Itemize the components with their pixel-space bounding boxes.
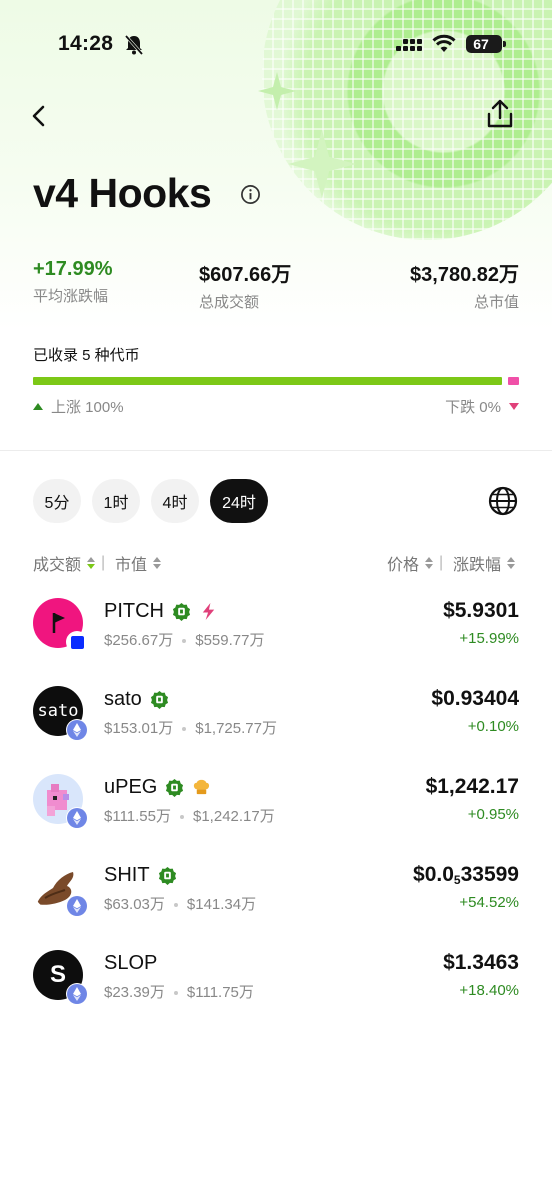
token-volume: $111.55万 <box>104 808 171 825</box>
down-triangle-icon <box>509 403 519 410</box>
verified-badge-icon <box>150 690 168 709</box>
battery-indicator: 67 <box>466 35 506 53</box>
up-percent-label: 上涨 100% <box>51 399 124 416</box>
sort-by-price[interactable]: 价格 | <box>387 551 443 575</box>
token-volume: $256.67万 <box>104 632 174 649</box>
token-name: uPEG <box>104 776 158 798</box>
coins-count-label: 已收录 5 种代币 <box>33 347 140 364</box>
total-volume-label: 总成交额 <box>199 294 260 311</box>
token-name: SHIT <box>104 864 150 886</box>
token-price: $1,242.17 <box>425 775 519 798</box>
avg-change-label: 平均涨跌幅 <box>33 288 109 305</box>
token-market-cap: $1,242.17万 <box>193 808 275 825</box>
ethereum-icon <box>66 719 88 741</box>
token-volume: $63.03万 <box>104 896 165 913</box>
total-market-cap-label: 总市值 <box>473 294 519 311</box>
tab-4h[interactable]: 4时 <box>151 479 199 523</box>
sort-by-change[interactable]: 涨跌幅 <box>453 551 516 575</box>
sort-by-volume[interactable]: 成交额 | <box>33 551 105 575</box>
up-legend: 上涨 100% <box>33 396 124 417</box>
base-icon <box>66 631 88 653</box>
token-name: PITCH <box>104 600 164 622</box>
lightning-icon <box>202 602 215 621</box>
total-volume-stat: $607.66万 总成交额 <box>199 258 291 312</box>
token-price: $1.3463 <box>443 951 519 974</box>
bell-muted-icon <box>124 35 144 55</box>
token-change: +18.40% <box>459 982 519 999</box>
sparkle-icon <box>258 72 296 110</box>
tab-24h[interactable]: 24时 <box>210 479 268 523</box>
total-volume-value: $607.66万 <box>199 264 292 286</box>
sort-header: 成交额 | 市值 价格 | 涨跌幅 <box>33 551 520 575</box>
sort-change-label: 涨跌幅 <box>453 557 502 574</box>
token-row-pitch[interactable]: PITCH $256.67万 $559.77万 $5.9301 +15.99% <box>0 598 552 686</box>
token-price: $0.0533599 <box>413 863 519 887</box>
chef-hat-icon <box>194 779 210 795</box>
token-row-upeg[interactable]: uPEG $111.55万 $1,242.17万 $1,242.17 +0.95% <box>0 774 552 862</box>
sort-price-label: 价格 <box>387 557 420 574</box>
tab-1h[interactable]: 1时 <box>92 479 140 523</box>
token-volume: $153.01万 <box>104 720 174 737</box>
up-triangle-icon <box>33 403 43 410</box>
info-icon[interactable] <box>240 184 261 205</box>
avg-change-stat: +17.99% 平均涨跌幅 <box>33 258 113 306</box>
sort-volume-label: 成交额 <box>33 557 82 574</box>
token-row-slop[interactable]: S SLOP $23.39万 $111.75万 $1.3463 +18.40% <box>0 950 552 1038</box>
ethereum-icon <box>66 983 88 1005</box>
sort-arrows-icon <box>425 557 434 569</box>
token-name: sato <box>104 688 142 710</box>
status-time: 14:28 <box>58 32 114 55</box>
down-percent-label: 下跌 0% <box>445 399 501 416</box>
avg-change-value: +17.99% <box>33 258 113 280</box>
share-button[interactable] <box>484 98 516 130</box>
token-volume: $23.39万 <box>104 984 165 1001</box>
signal-icon <box>396 39 422 51</box>
sort-market-cap-label: 市值 <box>115 557 148 574</box>
page-title: v4 Hooks <box>33 170 212 216</box>
sort-arrows-icon <box>507 557 516 569</box>
down-legend: 下跌 0% <box>445 396 519 417</box>
divider <box>0 450 552 451</box>
token-change: +54.52% <box>459 894 519 911</box>
sparkle-icon <box>288 130 356 198</box>
up-ratio-bar <box>33 377 502 385</box>
slop-avatar-text: S <box>49 961 66 988</box>
sort-arrows-icon <box>153 557 162 569</box>
total-market-cap-value: $3,780.82万 <box>410 264 519 286</box>
sort-arrows-icon <box>87 557 96 569</box>
token-market-cap: $1,725.77万 <box>195 720 277 737</box>
tab-5m[interactable]: 5分 <box>33 479 81 523</box>
token-change: +0.95% <box>467 806 519 823</box>
token-price-zero-count: 5 <box>453 873 461 887</box>
token-price-digits: 33599 <box>460 863 519 886</box>
status-bar: 14:28 67 <box>0 30 552 60</box>
token-change: +0.10% <box>467 718 519 735</box>
token-row-sato[interactable]: sato sato $153.01万 $1,725.77万 $0.93404 +0… <box>0 686 552 774</box>
token-market-cap: $111.75万 <box>186 984 254 1001</box>
verified-badge-icon <box>166 778 184 797</box>
token-change: +15.99% <box>459 630 519 647</box>
token-price: $5.9301 <box>443 599 519 622</box>
battery-level: 67 <box>473 36 489 52</box>
verified-badge-icon <box>172 602 191 621</box>
wifi-icon <box>432 34 456 52</box>
down-ratio-bar <box>508 377 519 385</box>
globe-button[interactable] <box>486 484 520 518</box>
sort-by-market-cap[interactable]: 市值 <box>115 551 162 575</box>
token-row-shit[interactable]: SHIT $63.03万 $141.34万 $0.0533599 +54.52% <box>0 862 552 950</box>
verified-badge-icon <box>158 866 176 885</box>
token-market-cap: $559.77万 <box>195 632 265 649</box>
ethereum-icon <box>66 807 88 829</box>
total-market-cap-stat: $3,780.82万 总市值 <box>410 258 519 312</box>
sato-avatar-text: sato <box>37 701 79 721</box>
back-button[interactable] <box>24 100 56 132</box>
token-price: $0.93404 <box>431 687 519 710</box>
ethereum-icon <box>66 895 88 917</box>
token-name: SLOP <box>104 952 158 974</box>
token-market-cap: $141.34万 <box>186 896 257 913</box>
token-price-prefix: $0.0 <box>413 863 454 886</box>
